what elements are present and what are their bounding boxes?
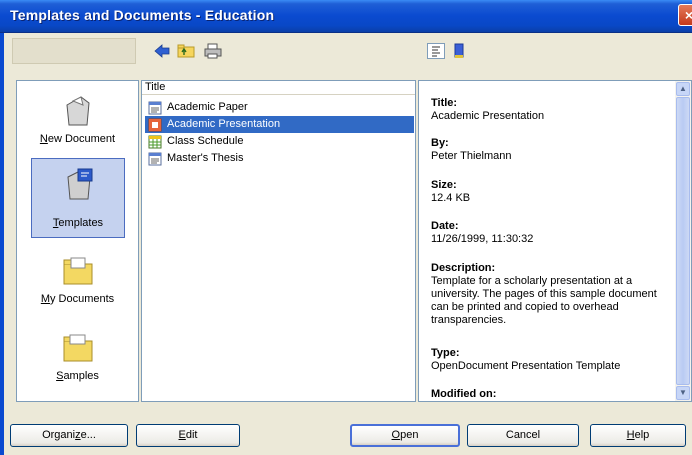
vertical-scrollbar[interactable]: ▲ ▼ xyxy=(675,81,691,401)
printer-icon[interactable] xyxy=(204,43,222,59)
list-item[interactable]: Academic Presentation xyxy=(145,116,414,133)
navigation-pane: New Document Templates My Documents Samp… xyxy=(16,80,139,402)
property-label: Modified on: xyxy=(431,388,497,400)
property-label: By: xyxy=(431,137,449,149)
file-list: Title Academic Paper Academic Presentati… xyxy=(141,80,416,402)
nav-item-label: My Documents xyxy=(40,293,115,305)
scroll-down-icon[interactable]: ▼ xyxy=(676,386,690,400)
nav-item-label: Templates xyxy=(52,217,104,229)
property-description: Description: Template for a scholarly pr… xyxy=(431,262,667,327)
scrollbar-thumb[interactable] xyxy=(676,97,690,385)
templates-icon xyxy=(62,167,96,201)
help-button[interactable]: Help xyxy=(590,424,686,447)
document-properties-icon[interactable] xyxy=(427,43,445,59)
list-item[interactable]: Class Schedule xyxy=(145,133,414,150)
title-bar: Templates and Documents - Education × xyxy=(0,0,692,33)
property-type: Type: OpenDocument Presentation Template xyxy=(431,347,671,373)
list-item[interactable]: Master's Thesis xyxy=(145,150,414,167)
property-value: 12.4 KB xyxy=(431,192,471,204)
property-label: Size: xyxy=(431,179,457,191)
properties-pane: Title: Academic Presentation By: Peter T… xyxy=(418,80,692,402)
property-modified: Modified on: xyxy=(431,388,671,401)
nav-item-label: Samples xyxy=(56,370,99,382)
toolbar-spacer xyxy=(12,38,136,64)
property-label: Type: xyxy=(431,347,460,359)
property-value: Template for a scholarly presentation at… xyxy=(431,275,657,326)
spreadsheet-icon xyxy=(148,135,162,149)
text-document-icon xyxy=(148,101,162,115)
property-title: Title: Academic Presentation xyxy=(431,97,671,123)
text-document-icon xyxy=(148,152,162,166)
window-title: Templates and Documents - Education xyxy=(10,7,275,23)
nav-item-label: New Document xyxy=(39,133,116,145)
organize-button[interactable]: Organize... xyxy=(10,424,128,447)
new-document-icon xyxy=(61,93,95,127)
preview-icon[interactable] xyxy=(450,43,468,59)
property-value: Academic Presentation xyxy=(431,110,545,122)
list-item[interactable]: Academic Paper xyxy=(145,99,414,116)
nav-item-templates[interactable]: Templates xyxy=(31,158,125,238)
close-button[interactable]: × xyxy=(678,4,692,26)
back-arrow-icon[interactable] xyxy=(153,43,171,59)
window-frame-left xyxy=(0,33,4,455)
property-date: Date: 11/26/1999, 11:30:32 xyxy=(431,220,671,246)
nav-item-samples[interactable]: Samples xyxy=(17,323,138,393)
property-value: OpenDocument Presentation Template xyxy=(431,360,621,372)
edit-button[interactable]: Edit xyxy=(136,424,240,447)
samples-folder-icon xyxy=(61,331,95,365)
nav-item-my-documents[interactable]: My Documents xyxy=(17,246,138,316)
property-label: Description: xyxy=(431,262,496,274)
property-by: By: Peter Thielmann xyxy=(431,137,671,163)
scroll-up-icon[interactable]: ▲ xyxy=(676,82,690,96)
presentation-icon xyxy=(148,118,162,132)
property-value: 11/26/1999, 11:30:32 xyxy=(431,233,534,245)
property-label: Title: xyxy=(431,97,458,109)
nav-item-new-document[interactable]: New Document xyxy=(17,85,138,155)
toolbar xyxy=(4,33,692,69)
column-header-title[interactable]: Title xyxy=(142,81,415,95)
property-label: Date: xyxy=(431,220,459,232)
my-documents-folder-icon xyxy=(61,254,95,288)
property-value: Peter Thielmann xyxy=(431,150,512,162)
folder-up-icon[interactable] xyxy=(177,43,195,59)
open-button[interactable]: Open xyxy=(350,424,460,447)
property-size: Size: 12.4 KB xyxy=(431,179,671,205)
cancel-button[interactable]: Cancel xyxy=(467,424,579,447)
